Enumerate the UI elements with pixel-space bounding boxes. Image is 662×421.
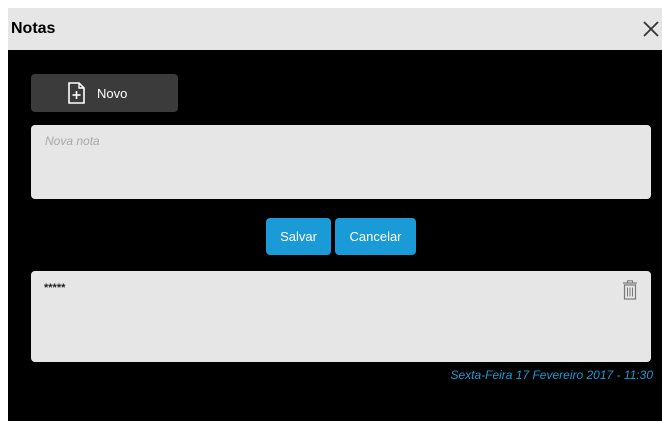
note-timestamp: Sexta-Feira 17 Fevereiro 2017 - 11:30: [450, 368, 653, 382]
file-plus-icon: [67, 82, 85, 104]
new-note-label: Novo: [97, 86, 128, 101]
close-button[interactable]: [640, 18, 662, 40]
close-icon: [643, 21, 659, 37]
delete-note-button[interactable]: [622, 280, 638, 300]
trash-icon: [623, 280, 637, 300]
save-button[interactable]: Salvar: [266, 218, 331, 255]
cancel-button[interactable]: Cancelar: [335, 218, 416, 255]
new-note-button[interactable]: Novo: [31, 74, 178, 112]
title-bar: Notas: [8, 8, 662, 50]
window-title: Notas: [11, 20, 56, 37]
note-text: *****: [44, 282, 66, 294]
new-note-input[interactable]: [31, 125, 651, 199]
notes-window: Notas Novo Salvar Cancelar *****: [8, 8, 662, 421]
note-card[interactable]: *****: [31, 271, 651, 362]
